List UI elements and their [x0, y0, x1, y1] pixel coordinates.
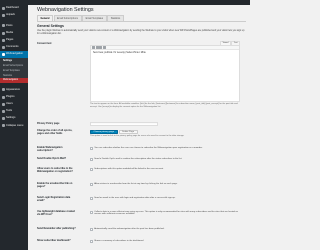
sidebar-item-label: Settings — [6, 116, 16, 120]
sidebar-item-tools[interactable]: Tools — [0, 108, 28, 115]
sidebar-item-label: Media — [6, 30, 14, 34]
user-icon — [1, 102, 5, 106]
italic-icon[interactable] — [95, 45, 99, 49]
sidebar-item-label: Tools — [6, 109, 13, 113]
auto-send-checkbox[interactable] — [90, 228, 93, 232]
visitor-details-field: Collects data in a more efficient way us… — [90, 211, 240, 217]
main-content: Webnavigation Settings General Email Sub… — [28, 5, 250, 250]
intro-text: Use the plugin Webnav to automatically s… — [37, 29, 245, 35]
privacy-page-input[interactable] — [90, 121, 158, 127]
media-icon — [1, 31, 5, 35]
consent-editor-body[interactable]: Send new, publicat. Ihr neuer(e) Seiten-… — [91, 50, 239, 101]
sidebar-item-label: Jetpack — [6, 13, 15, 17]
sidebar-submenu: Settings Email Subscriptions Email Templ… — [0, 58, 28, 84]
admin-sidebar: Dashboard Jetpack Posts Media Pages Comm… — [0, 5, 28, 250]
brush-icon — [1, 88, 5, 92]
sidebar-item-label: Collapse menu — [6, 123, 24, 127]
unsubscribe-pages-field: Allow visitors to unsubscribe from the l… — [90, 183, 240, 186]
email-selection-field: Shows a summary of subscribers in the da… — [90, 240, 240, 244]
double-opt-in-description: Send a Double Opt-In mail to confirm the… — [94, 157, 183, 160]
sidebar-item-comments[interactable]: Comments — [0, 44, 28, 51]
sidebar-item-pages[interactable]: Pages — [0, 37, 28, 44]
sidebar-item-posts[interactable]: Posts — [0, 22, 28, 29]
consent-field: Visual Text Send new, publicat. Ihr neue… — [90, 41, 240, 109]
choose-privacy-page-button[interactable]: Choose privacy page — [90, 129, 118, 135]
sidebar-item-label: Users — [6, 101, 13, 105]
webnav-subscription-field: You can subscribe whether the user can c… — [90, 147, 240, 150]
auto-send-description: Automatically send the webnavigation aft… — [94, 228, 165, 230]
collapse-icon — [1, 124, 5, 128]
sidebar-item-users[interactable]: Users — [0, 101, 28, 108]
sidebar-item-collapse[interactable]: Collapse menu — [0, 122, 28, 129]
settings-icon — [1, 117, 5, 121]
page-title: Webnavigation Settings — [37, 6, 94, 13]
email-selection-label: Show subscriber dashboard? — [37, 239, 71, 242]
consent-description: The text to appear on the form. All avai… — [90, 103, 238, 108]
email-icon — [1, 53, 5, 57]
webnav-subscription-label: Enable Webnavigation subscription? — [37, 146, 63, 152]
editor-tab-text[interactable]: Text — [231, 41, 240, 45]
sidebar-item-jetpack[interactable]: Jetpack — [0, 12, 28, 19]
privacy-page-description: This option is used to link to the priva… — [90, 135, 185, 138]
personalization-label: Send Login Registration data email? — [37, 196, 71, 202]
section-title: General Settings — [37, 24, 64, 28]
privacy-page-label: Privacy Policy page — [37, 121, 60, 125]
privacy-page-buttons: Choose privacy page Delete Page This opt… — [90, 129, 240, 138]
sidebar-item-dashboard[interactable]: Dashboard — [0, 5, 28, 12]
dashboard-icon — [1, 7, 5, 11]
sidebar-item-label: Webnavigation — [6, 52, 24, 56]
auto-send-field: Automatically send the webnavigation aft… — [90, 228, 240, 232]
sidebar-item-appearance[interactable]: Appearance — [0, 86, 28, 93]
visitor-details-description: Collects data in a more efficient way us… — [94, 210, 238, 216]
unsubscribe-pages-description: Allow visitors to unsubscribe from the l… — [94, 182, 178, 185]
list-icon[interactable] — [99, 45, 103, 49]
link-icon[interactable] — [102, 45, 106, 49]
unsubscribe-pages-label: Enable the unsubscribe link on pages? — [37, 182, 73, 188]
sidebar-item-label: Plugins — [6, 94, 15, 98]
sidebar-item-plugins[interactable]: Plugins — [0, 93, 28, 100]
editor-tab-visual[interactable]: Visual — [220, 41, 231, 45]
double-opt-in-checkbox[interactable] — [90, 157, 93, 161]
double-opt-in-label: Send Double Opt-In Mail? — [37, 157, 67, 160]
personalization-description: Send an email to the user with login and… — [94, 196, 176, 199]
visitor-details-checkbox[interactable] — [90, 210, 93, 214]
pin-icon — [1, 24, 5, 28]
jetpack-icon — [1, 14, 5, 18]
sidebar-item-media[interactable]: Media — [0, 30, 28, 37]
webnav-subscription-description: You can subscribe whether the user can c… — [94, 146, 203, 149]
personalization-field: Send an email to the user with login and… — [90, 197, 240, 200]
comment-icon — [1, 46, 5, 50]
delete-page-button[interactable]: Delete Page — [118, 129, 138, 135]
double-opt-in-field: Send a Double Opt-In mail to confirm the… — [90, 158, 240, 161]
privacy-page-field — [90, 121, 240, 127]
subscribe-on-registration-description: Subscriptions with this option enabled w… — [94, 168, 164, 170]
sidebar-item-label: Dashboard — [6, 6, 19, 10]
auto-send-label: Send Newsletter after publishing? — [37, 227, 76, 230]
subscribe-on-registration-checkbox[interactable] — [90, 168, 93, 172]
wrench-icon — [1, 109, 5, 113]
webnav-subscription-checkbox[interactable] — [90, 146, 93, 150]
personalization-checkbox[interactable] — [90, 196, 93, 200]
subscribe-on-registration-label: Allow users to subscribe to the Webnavig… — [37, 167, 73, 173]
email-selection-checkbox[interactable] — [90, 240, 93, 244]
sidebar-item-label: Comments — [6, 45, 19, 49]
consent-editor: Send new, publicat. Ihr neuer(e) Seiten-… — [90, 44, 240, 103]
email-selection-description: Shows a summary of subscribers in the da… — [94, 240, 144, 242]
bold-icon[interactable] — [92, 45, 95, 49]
sidebar-item-label: Pages — [6, 38, 14, 42]
opt-in-order-label: Change the order of all opt-ins, pages a… — [37, 129, 73, 135]
sidebar-item-webnavigation[interactable]: Webnavigation — [0, 51, 28, 59]
sidebar-item-label: Appearance — [6, 87, 20, 91]
sidebar-item-settings[interactable]: Settings — [0, 115, 28, 122]
visitor-details-label: Use lightweight database created via WP … — [37, 210, 75, 216]
page-icon — [1, 38, 5, 42]
unsubscribe-pages-checkbox[interactable] — [90, 182, 93, 186]
sidebar-item-label: Posts — [6, 23, 13, 27]
subscribe-on-registration-field: Subscriptions with this option enabled w… — [90, 168, 240, 172]
consent-label: Consent text — [37, 42, 52, 45]
plugin-icon — [1, 95, 5, 99]
submenu-item-webnavigation[interactable]: Webnavigation — [0, 78, 28, 83]
